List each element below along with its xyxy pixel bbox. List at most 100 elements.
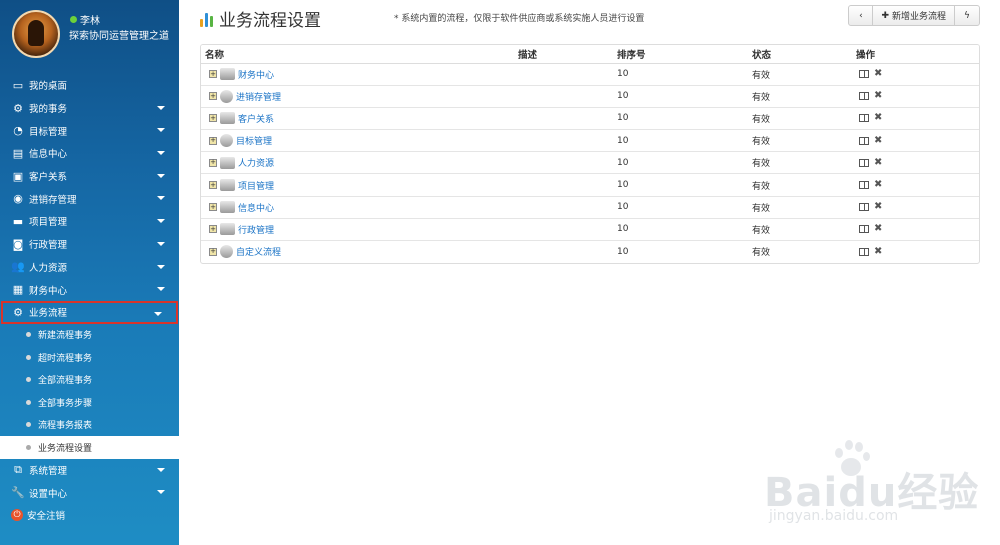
table-row: + 客户关系 10 有效 ✖	[201, 107, 979, 131]
sidebar-item[interactable]: ◔ 目标管理	[0, 119, 179, 142]
bullet-icon	[26, 399, 31, 405]
quick-action-button[interactable]: ϟ	[955, 6, 979, 25]
delete-icon[interactable]: ✖	[874, 135, 882, 146]
gear-icon	[220, 245, 233, 259]
page-title: 业务流程设置	[200, 6, 321, 31]
sidebar-item[interactable]: ▬ 项目管理	[0, 210, 179, 233]
expand-plus-icon[interactable]: +	[209, 136, 217, 145]
sidebar-subitem-label: 全部流程事务	[38, 376, 93, 387]
sidebar-item-label: 进销存管理	[29, 194, 77, 206]
sidebar-subitem[interactable]: 流程事务报表	[0, 414, 179, 437]
workflow-name-link[interactable]: 项目管理	[238, 179, 274, 192]
sidebar-item-label: 客户关系	[29, 172, 68, 184]
edit-icon[interactable]	[859, 225, 869, 234]
sidebar-subitem-label: 流程事务报表	[38, 421, 93, 432]
edit-icon[interactable]	[859, 203, 869, 212]
sidebar-subitem[interactable]: 业务流程设置	[0, 436, 179, 459]
workflow-name-link[interactable]: 财务中心	[238, 68, 274, 81]
user-name: 李林	[70, 12, 100, 27]
edit-icon[interactable]	[859, 136, 869, 145]
workflow-name-link[interactable]: 自定义流程	[236, 245, 281, 258]
delete-icon[interactable]: ✖	[874, 113, 882, 123]
sidebar-subitem[interactable]: 超时流程事务	[0, 346, 179, 369]
delete-icon[interactable]: ✖	[874, 246, 882, 257]
workflow-name-link[interactable]: 人力资源	[238, 156, 274, 169]
expand-plus-icon[interactable]: +	[209, 225, 217, 234]
sidebar-subitem[interactable]: 新建流程事务	[0, 324, 179, 347]
expand-plus-icon[interactable]: +	[209, 158, 217, 167]
workflow-name-link[interactable]: 信息中心	[238, 201, 274, 214]
camera-icon: ◙	[12, 237, 24, 251]
chevron-left-icon: ‹	[859, 10, 863, 21]
expand-plus-icon[interactable]: +	[209, 247, 217, 256]
delete-icon[interactable]: ✖	[874, 202, 882, 212]
expand-plus-icon[interactable]: +	[209, 114, 217, 123]
edit-icon[interactable]	[859, 92, 869, 101]
sidebar-item[interactable]: ⧉ 系统管理	[0, 459, 179, 482]
edit-icon[interactable]	[859, 247, 869, 256]
bullet-icon	[26, 354, 31, 360]
delete-icon[interactable]: ✖	[874, 91, 882, 101]
bullet-icon	[26, 422, 31, 428]
workflow-order: 10	[613, 196, 748, 219]
power-icon: ⏻	[11, 509, 23, 522]
sidebar-item[interactable]: 👥 人力资源	[0, 256, 179, 279]
contact-card-icon: ▣	[12, 169, 24, 183]
sidebar-item-label: 设置中心	[29, 488, 68, 500]
column-actions: 操作	[852, 45, 979, 64]
edit-icon[interactable]	[859, 114, 869, 123]
main-content: 业务流程设置 * 系统内置的流程，仅限于软件供应商或系统实施人员进行设置 ‹ ✚…	[179, 0, 1000, 545]
delete-icon[interactable]: ✖	[874, 69, 882, 79]
expand-plus-icon[interactable]: +	[209, 92, 217, 101]
sidebar-item[interactable]: ⏻ 安全注销	[0, 504, 179, 527]
workflow-status: 有效	[748, 63, 852, 86]
target-icon	[220, 134, 233, 148]
sidebar-item-label: 项目管理	[29, 217, 68, 229]
sidebar-item[interactable]: ▤ 信息中心	[0, 142, 179, 165]
wrench-icon: 🔧	[11, 486, 25, 500]
sidebar-item-label: 人力资源	[29, 262, 68, 274]
folder-icon	[220, 179, 235, 192]
bullet-icon	[26, 444, 31, 450]
delete-icon[interactable]: ✖	[874, 180, 882, 190]
sidebar-item-label: 系统管理	[29, 465, 68, 477]
workflow-desc	[514, 218, 613, 242]
delete-icon[interactable]: ✖	[874, 224, 882, 234]
workflow-name-link[interactable]: 客户关系	[238, 112, 274, 125]
sidebar-subitem[interactable]: 全部流程事务	[0, 369, 179, 392]
workflow-status: 有效	[752, 248, 771, 259]
sidebar-item[interactable]: ◙ 行政管理	[0, 233, 179, 256]
folder-icon: ▬	[12, 214, 24, 228]
back-button[interactable]: ‹	[849, 6, 874, 25]
edit-icon[interactable]	[859, 181, 869, 190]
sidebar-item[interactable]: ⚙ 我的事务	[0, 97, 179, 120]
workflow-status: 有效	[748, 129, 852, 153]
workflow-desc	[514, 107, 613, 131]
sidebar-item[interactable]: ◉ 进销存管理	[0, 187, 179, 210]
workflow-name-link[interactable]: 进销存管理	[236, 90, 281, 103]
caret-down-icon	[157, 105, 165, 110]
sidebar-item[interactable]: ▦ 财务中心	[0, 278, 179, 301]
sidebar-item-label: 我的桌面	[29, 81, 68, 93]
sidebar-item[interactable]: ▭ 我的桌面	[0, 74, 179, 97]
monitor-icon: ▭	[12, 78, 24, 92]
sidebar-item[interactable]: ▣ 客户关系	[0, 165, 179, 188]
expand-plus-icon[interactable]: +	[209, 181, 217, 190]
caret-down-icon	[157, 151, 165, 156]
caret-down-icon	[157, 128, 165, 133]
avatar[interactable]	[12, 10, 60, 58]
user-motto: 探索协同运营管理之道	[69, 31, 169, 42]
sidebar-item[interactable]: 🔧 设置中心	[0, 481, 179, 504]
workflow-name-link[interactable]: 目标管理	[236, 134, 272, 147]
workflow-desc	[514, 151, 613, 175]
sidebar-item[interactable]: ⚙ 业务流程	[1, 300, 178, 324]
expand-plus-icon[interactable]: +	[209, 203, 217, 212]
edit-icon[interactable]	[859, 70, 869, 79]
delete-icon[interactable]: ✖	[874, 157, 882, 168]
edit-icon[interactable]	[859, 158, 869, 167]
sidebar-subitem[interactable]: 全部事务步骤	[0, 391, 179, 414]
new-workflow-button[interactable]: ✚ 新增业务流程	[873, 6, 955, 25]
expand-plus-icon[interactable]: +	[209, 70, 217, 79]
system-notice: * 系统内置的流程，仅限于软件供应商或系统实施人员进行设置	[394, 14, 645, 24]
workflow-name-link[interactable]: 行政管理	[238, 223, 274, 236]
